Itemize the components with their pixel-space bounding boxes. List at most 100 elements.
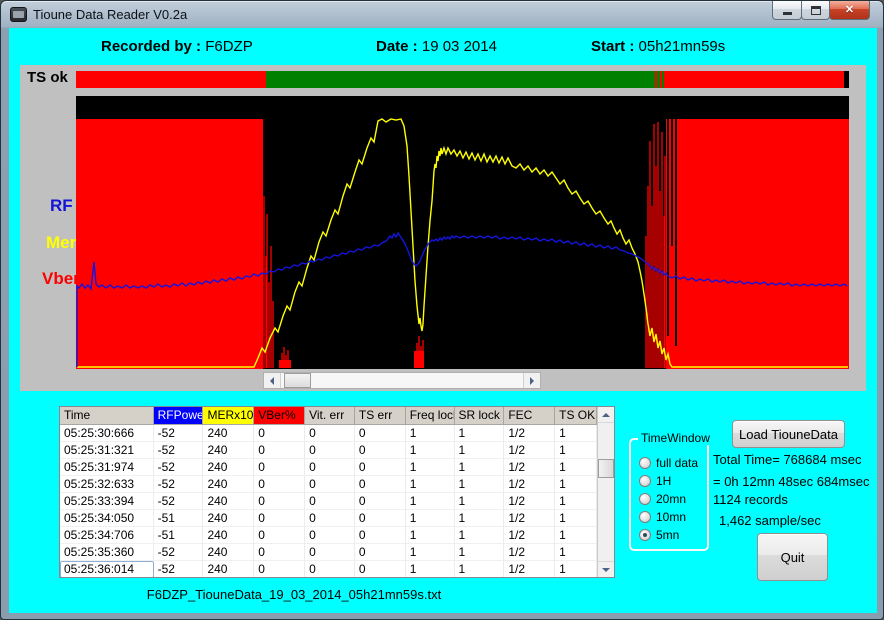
- column-header-freq-lock[interactable]: Freq lock: [406, 407, 455, 425]
- table-cell[interactable]: 240: [203, 561, 254, 577]
- table-cell[interactable]: 240: [203, 459, 254, 476]
- radio-1H[interactable]: 1H: [639, 474, 671, 488]
- table-cell[interactable]: 05:25:30:666: [60, 425, 154, 442]
- table-cell[interactable]: 0: [305, 544, 355, 561]
- table-row[interactable]: 05:25:33:394-52240000111/21: [60, 493, 597, 510]
- table-cell[interactable]: 1: [455, 459, 505, 476]
- close-button[interactable]: ✕: [829, 1, 870, 20]
- table-cell[interactable]: 0: [254, 442, 305, 459]
- table-cell[interactable]: 1/2: [504, 425, 555, 442]
- table-cell[interactable]: 240: [203, 425, 254, 442]
- table-cell[interactable]: 1: [555, 442, 597, 459]
- table-cell[interactable]: -52: [154, 493, 204, 510]
- radio-button-icon[interactable]: [639, 475, 651, 487]
- scroll-left-button[interactable]: [264, 373, 281, 388]
- radio-button-icon[interactable]: [639, 511, 651, 523]
- table-cell[interactable]: -52: [154, 561, 204, 577]
- table-cell[interactable]: 1: [406, 493, 455, 510]
- table-cell[interactable]: 0: [254, 510, 305, 527]
- table-row[interactable]: 05:25:31:321-52240000111/21: [60, 442, 597, 459]
- table-row[interactable]: 05:25:31:974-52240000111/21: [60, 459, 597, 476]
- table-cell[interactable]: 1/2: [504, 510, 555, 527]
- table-cell[interactable]: 1: [406, 459, 455, 476]
- table-cell[interactable]: 1: [406, 476, 455, 493]
- table-cell[interactable]: 240: [203, 544, 254, 561]
- table-cell[interactable]: 1: [555, 493, 597, 510]
- table-cell[interactable]: 1: [406, 442, 455, 459]
- table-scrollbar-thumb[interactable]: [598, 459, 614, 478]
- table-cell[interactable]: -52: [154, 544, 204, 561]
- table-cell[interactable]: 1/2: [504, 561, 555, 577]
- column-header-sr-lock[interactable]: SR lock: [455, 407, 505, 425]
- table-cell[interactable]: -51: [154, 527, 204, 544]
- column-header-time[interactable]: Time: [60, 407, 154, 425]
- radio-10mn[interactable]: 10mn: [639, 510, 686, 524]
- table-cell[interactable]: 1: [555, 527, 597, 544]
- table-cell[interactable]: 1: [455, 527, 505, 544]
- table-cell[interactable]: 0: [305, 442, 355, 459]
- table-cell[interactable]: 1/2: [504, 544, 555, 561]
- table-cell[interactable]: -52: [154, 442, 204, 459]
- table-cell[interactable]: 0: [254, 425, 305, 442]
- table-cell[interactable]: 1: [455, 442, 505, 459]
- table-cell[interactable]: 0: [254, 493, 305, 510]
- radio-button-icon[interactable]: [639, 493, 651, 505]
- table-cell[interactable]: 0: [355, 442, 406, 459]
- table-cell[interactable]: 0: [305, 459, 355, 476]
- table-cell[interactable]: 1: [455, 425, 505, 442]
- chart-scrollbar-thumb[interactable]: [284, 373, 311, 388]
- table-cell[interactable]: 1: [455, 493, 505, 510]
- chart-scrollbar[interactable]: [263, 372, 541, 389]
- table-cell[interactable]: 0: [305, 510, 355, 527]
- table-cell[interactable]: 0: [254, 459, 305, 476]
- table-cell[interactable]: 1: [455, 544, 505, 561]
- table-cell[interactable]: 0: [254, 544, 305, 561]
- table-cell[interactable]: 0: [355, 561, 406, 577]
- table-cell[interactable]: 1: [406, 544, 455, 561]
- radio-button-icon[interactable]: [639, 529, 651, 541]
- table-cell[interactable]: -52: [154, 476, 204, 493]
- table-cell[interactable]: 0: [355, 493, 406, 510]
- column-header-rfpower[interactable]: RFPower: [154, 407, 204, 425]
- table-cell[interactable]: 240: [203, 476, 254, 493]
- table-cell[interactable]: 1: [406, 561, 455, 577]
- radio-5mn[interactable]: 5mn: [639, 528, 679, 542]
- radio-20mn[interactable]: 20mn: [639, 492, 686, 506]
- load-tiounedata-button[interactable]: Load TiouneData: [732, 420, 845, 448]
- table-cell[interactable]: 1/2: [504, 442, 555, 459]
- column-header-vber-[interactable]: VBer%: [254, 407, 305, 425]
- table-cell[interactable]: 0: [355, 459, 406, 476]
- table-cell[interactable]: 1: [455, 510, 505, 527]
- minimize-button[interactable]: [772, 1, 802, 20]
- table-cell[interactable]: 0: [305, 425, 355, 442]
- scroll-right-button[interactable]: [523, 373, 540, 388]
- table-cell[interactable]: 0: [355, 425, 406, 442]
- table-row[interactable]: 05:25:30:666-52240000111/21: [60, 425, 597, 442]
- table-cell[interactable]: 1/2: [504, 493, 555, 510]
- title-bar[interactable]: Tioune Data Reader V0.2a ✕: [1, 1, 883, 28]
- table-cell[interactable]: 05:25:34:706: [60, 527, 154, 544]
- quit-button[interactable]: Quit: [757, 533, 828, 581]
- table-row[interactable]: 05:25:34:706-51240000111/21: [60, 527, 597, 544]
- radio-full-data[interactable]: full data: [639, 456, 698, 470]
- table-cell[interactable]: 0: [305, 527, 355, 544]
- table-cell[interactable]: 05:25:31:321: [60, 442, 154, 459]
- table-cell[interactable]: 1/2: [504, 476, 555, 493]
- table-cell[interactable]: 0: [254, 527, 305, 544]
- table-cell[interactable]: 0: [305, 493, 355, 510]
- table-cell[interactable]: 1: [406, 425, 455, 442]
- table-cell[interactable]: 05:25:32:633: [60, 476, 154, 493]
- table-cell[interactable]: 1: [555, 561, 597, 577]
- table-cell[interactable]: -52: [154, 459, 204, 476]
- table-row[interactable]: 05:25:35:360-52240000111/21: [60, 544, 597, 561]
- radio-button-icon[interactable]: [639, 457, 651, 469]
- table-cell[interactable]: 05:25:33:394: [60, 493, 154, 510]
- table-cell[interactable]: 0: [355, 510, 406, 527]
- maximize-button[interactable]: [801, 1, 830, 20]
- table-cell[interactable]: 240: [203, 527, 254, 544]
- table-cell[interactable]: 240: [203, 442, 254, 459]
- column-header-ts-err[interactable]: TS err: [355, 407, 406, 425]
- scroll-up-button[interactable]: [598, 407, 614, 423]
- table-cell[interactable]: 1: [406, 510, 455, 527]
- table-cell[interactable]: 0: [355, 527, 406, 544]
